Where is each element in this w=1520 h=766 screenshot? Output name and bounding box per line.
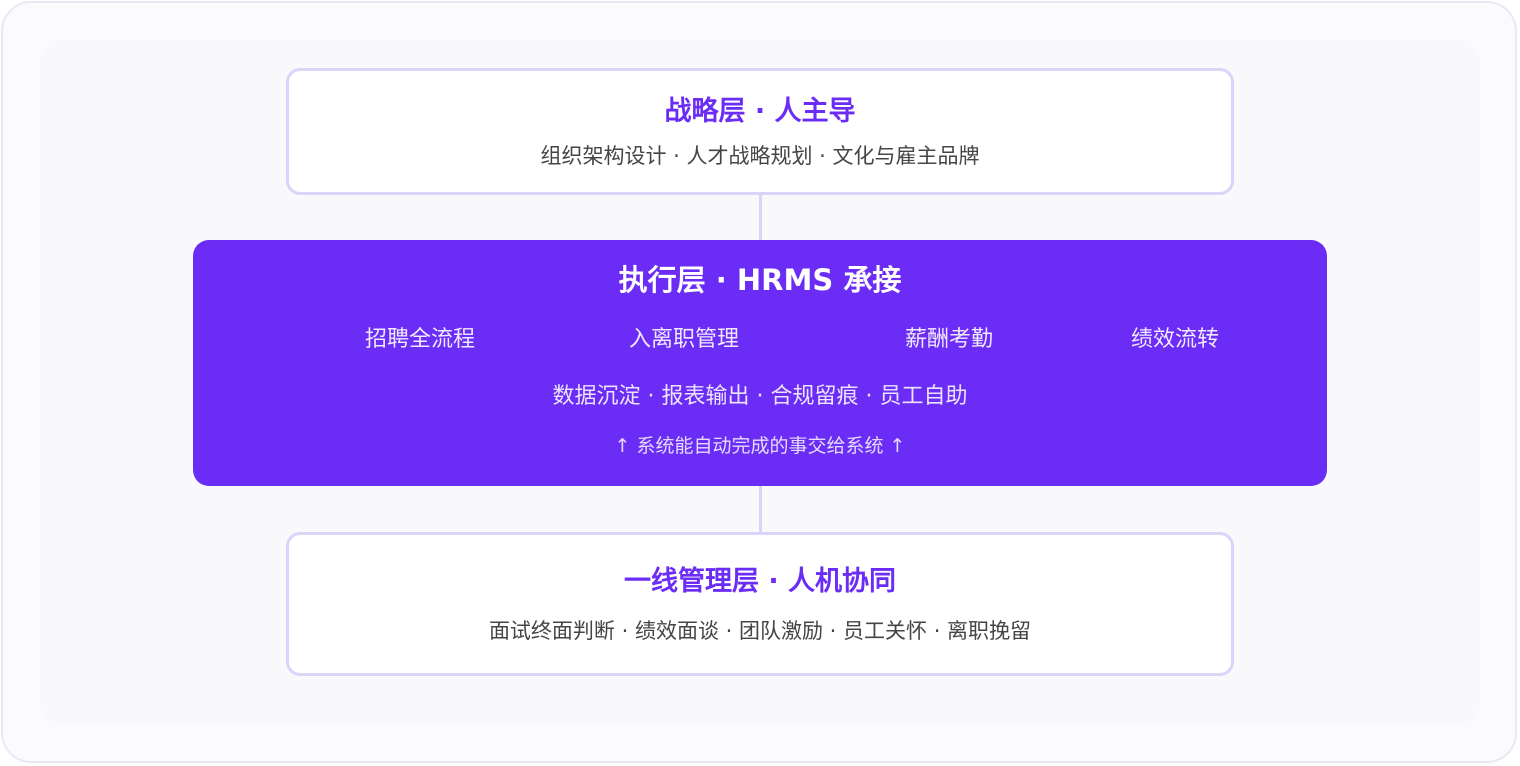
execution-layer-card: 执行层 · HRMS 承接 招聘全流程 入离职管理 薪酬考勤 绩效流转 数据沉淀… <box>193 240 1327 486</box>
execution-layer-title: 执行层 · HRMS 承接 <box>618 263 902 297</box>
execution-layer-note: ↑ 系统能自动完成的事交给系统 ↑ <box>614 435 906 457</box>
frontline-layer-subtitle: 面试终面判断 · 绩效面谈 · 团队激励 · 员工关怀 · 离职挽留 <box>488 619 1032 643</box>
strategy-layer-subtitle: 组织架构设计 · 人才战略规划 · 文化与雇主品牌 <box>540 144 980 168</box>
frontline-layer-title: 一线管理层 · 人机协同 <box>623 566 897 597</box>
strategy-layer-title: 战略层 · 人主导 <box>664 96 856 127</box>
frontline-layer-card: 一线管理层 · 人机协同 面试终面判断 · 绩效面谈 · 团队激励 · 员工关怀… <box>286 532 1234 676</box>
module-recruitment: 招聘全流程 <box>364 327 476 352</box>
execution-layer-subtitle: 数据沉淀 · 报表输出 · 合规留痕 · 员工自助 <box>552 384 968 409</box>
module-performance: 绩效流转 <box>1130 327 1220 352</box>
module-onboarding-offboarding: 入离职管理 <box>628 327 740 352</box>
strategy-layer-card: 战略层 · 人主导 组织架构设计 · 人才战略规划 · 文化与雇主品牌 <box>286 68 1234 195</box>
connector-bottom <box>759 485 762 534</box>
connector-top <box>759 193 762 242</box>
module-payroll-attendance: 薪酬考勤 <box>904 327 994 352</box>
